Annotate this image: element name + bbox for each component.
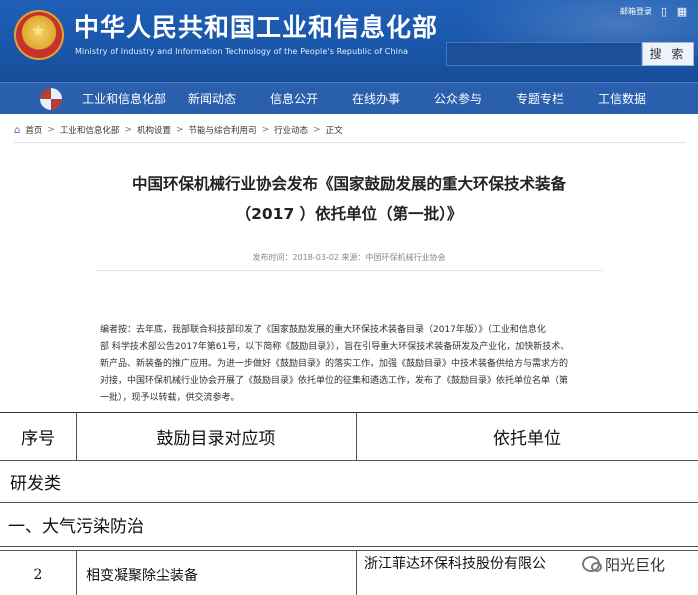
breadcrumb: ⌂ 首页 > 工业和信息化部 > 机构设置 > 节能与综合利用司 > 行业动态 … bbox=[14, 122, 343, 138]
divider bbox=[95, 270, 603, 271]
nav-item-public-participation[interactable]: 公众参与 bbox=[434, 83, 482, 115]
breadcrumb-separator: > bbox=[313, 125, 321, 135]
nav-item-online-services[interactable]: 在线办事 bbox=[352, 83, 400, 115]
intro-line: 部 科学技术部公告2017年第61号，以下简称《鼓励目录》），旨在引导重大环保技… bbox=[100, 342, 570, 352]
search-input[interactable] bbox=[446, 42, 642, 66]
article-title-line-1: 中国环保机械行业协会发布《国家鼓励发展的重大环保技术装备 bbox=[131, 175, 566, 193]
table-section-row: 研发类 bbox=[0, 461, 698, 503]
breadcrumb-ministry[interactable]: 工业和信息化部 bbox=[60, 124, 120, 136]
nav-item-data[interactable]: 工信数据 bbox=[598, 83, 646, 115]
row-no: 2 bbox=[33, 567, 43, 583]
breadcrumb-separator: > bbox=[261, 125, 270, 135]
national-emblem-icon[interactable]: ★ bbox=[14, 10, 64, 60]
ministry-logo-icon bbox=[40, 88, 62, 110]
table-section-row: 一、大气污染防治 bbox=[0, 503, 698, 547]
watermark-text: 阳光巨化 bbox=[605, 555, 666, 574]
email-login-link[interactable]: 邮箱登录 bbox=[620, 6, 652, 17]
article-meta: 发布时间：2018-03-02 来源：中国环保机械行业协会 bbox=[252, 253, 446, 262]
divider bbox=[14, 142, 686, 143]
breadcrumb-current: 正文 bbox=[325, 126, 343, 136]
section-category: 研发类 bbox=[10, 474, 61, 494]
breadcrumb-department[interactable]: 节能与综合利用司 bbox=[189, 124, 257, 136]
intro-line: 新产品、新装备的推广应用。为进一步做好《鼓励目录》的落实工作，加强《鼓励目录》中… bbox=[100, 359, 569, 369]
article-intro: 编者按：去年底，我部联合科技部印发了《国家鼓励发展的重大环保技术装备目录（201… bbox=[100, 322, 612, 407]
support-units-table: 序号 鼓励目录对应项 依托单位 研发类 一、大气污染防治 2 相变凝聚除尘装备 … bbox=[0, 412, 698, 595]
breadcrumb-organization[interactable]: 机构设置 bbox=[137, 124, 171, 136]
nav-item-ministry[interactable]: 工业和信息化部 bbox=[82, 83, 166, 115]
intro-line: 一批），现予以转载，供交流参考。 bbox=[100, 393, 240, 403]
nav-item-info-disclosure[interactable]: 信息公开 bbox=[270, 83, 318, 115]
table-header-row: 序号 鼓励目录对应项 依托单位 bbox=[0, 413, 698, 461]
article-title-line-2: （2017 ）依托单位（第一批）》 bbox=[235, 205, 463, 223]
site-title[interactable]: 中华人民共和国工业和信息化部 bbox=[74, 14, 438, 42]
search-button[interactable]: 搜 索 bbox=[642, 42, 694, 66]
breadcrumb-separator: > bbox=[176, 125, 184, 135]
site-subtitle: Ministry of Industry and Information Tec… bbox=[75, 47, 409, 56]
header-support-unit: 依托单位 bbox=[493, 429, 561, 449]
intro-line: 对接，中国环保机械行业协会开展了《鼓励目录》依托单位的征集和遴选工作，发布了《鼓… bbox=[100, 376, 569, 386]
grid-icon[interactable]: ▦ bbox=[676, 5, 688, 18]
column-divider bbox=[76, 551, 77, 595]
header-catalog-item: 鼓励目录对应项 bbox=[156, 429, 276, 449]
intro-line: 编者按：去年底，我部联合科技部印发了《国家鼓励发展的重大环保技术装备目录（201… bbox=[100, 325, 546, 335]
breadcrumb-separator: > bbox=[47, 125, 55, 135]
row-catalog-item: 相变凝聚除尘装备 bbox=[86, 568, 198, 584]
nav-item-special-topics[interactable]: 专题专栏 bbox=[516, 83, 564, 115]
mobile-icon[interactable]: ▯ bbox=[658, 5, 670, 18]
main-nav: 工业和信息化部 新闻动态 信息公开 在线办事 公众参与 专题专栏 工信数据 bbox=[0, 82, 698, 114]
nav-item-news[interactable]: 新闻动态 bbox=[188, 83, 236, 115]
column-divider bbox=[356, 551, 357, 595]
top-links: 邮箱登录 ▯ ▦ bbox=[620, 4, 688, 18]
home-icon: ⌂ bbox=[14, 124, 21, 136]
breadcrumb-home[interactable]: 首页 bbox=[25, 124, 42, 136]
site-header: ★ 中华人民共和国工业和信息化部 Ministry of Industry an… bbox=[0, 0, 698, 82]
breadcrumb-industry-news[interactable]: 行业动态 bbox=[274, 124, 308, 136]
header-no: 序号 bbox=[21, 429, 55, 449]
breadcrumb-separator: > bbox=[124, 125, 132, 135]
wechat-icon bbox=[582, 556, 602, 572]
section-subcategory: 一、大气污染防治 bbox=[8, 517, 144, 537]
watermark: 阳光巨化 bbox=[582, 553, 665, 575]
